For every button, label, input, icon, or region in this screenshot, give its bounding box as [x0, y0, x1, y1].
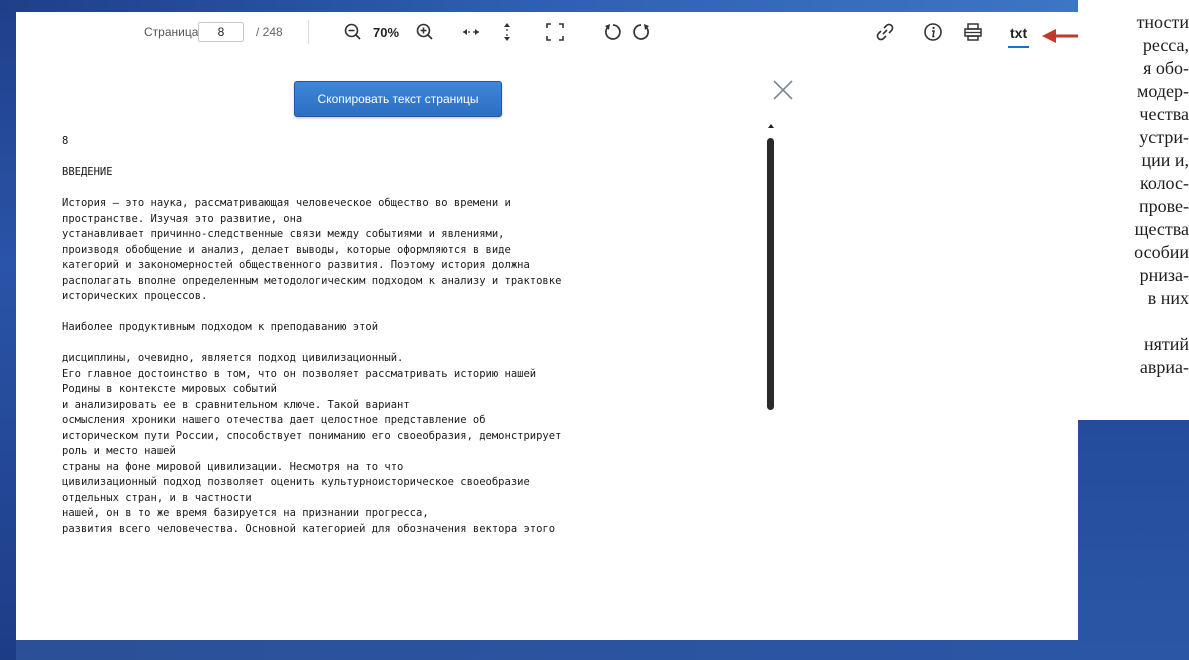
scrollbar[interactable]: [766, 124, 776, 654]
book-text-line: нятий: [1143, 334, 1189, 354]
txt-tab[interactable]: txt: [1008, 20, 1030, 48]
text-line: [62, 150, 762, 166]
print-icon: [964, 23, 982, 41]
text-view-pane: Скопировать текст страницы 8 ВВЕДЕНИЕ Исто…: [16, 52, 1078, 650]
book-text-line: рниза-: [1139, 265, 1189, 285]
link-button[interactable]: [874, 12, 896, 52]
rotate-right-button[interactable]: [630, 12, 652, 52]
book-text-line: ции и,: [1141, 150, 1189, 170]
book-text-line: модер-: [1136, 81, 1189, 101]
text-line: страны на фоне мировой цивилизации. Несм…: [62, 460, 404, 473]
close-icon[interactable]: [772, 79, 794, 101]
text-line: Его главное достоинство в том, что он по…: [62, 367, 537, 380]
zoom-out-icon: [344, 23, 361, 40]
slide-background-bottom: [16, 640, 1078, 660]
text-line: [62, 336, 762, 352]
text-line: ВВЕДЕНИЕ: [62, 166, 113, 178]
zoom-out-button[interactable]: [342, 12, 364, 52]
text-line: располагать вполне определенным методоло…: [62, 274, 562, 287]
book-text-line: чества: [1139, 104, 1189, 124]
slide-blue-block: [1078, 420, 1189, 660]
scroll-up-arrow-icon[interactable]: [768, 124, 774, 128]
text-line: производя обобщение и анализ, делает выв…: [62, 243, 511, 256]
slide-book-text: тности ресса, я обо-модер-чества устри-ции …: [1078, 0, 1189, 420]
text-line: дисциплины, очевидно, является подход ци…: [62, 352, 404, 364]
page-number-input[interactable]: 8: [198, 22, 244, 42]
text-line: [62, 305, 762, 321]
fit-width-button[interactable]: [460, 12, 482, 52]
text-line: нашей, он в то же время базируется на пр…: [62, 507, 429, 519]
text-line: исторических процессов.: [62, 290, 208, 302]
zoom-in-button[interactable]: [414, 12, 436, 52]
rotate-right-icon: [633, 24, 649, 40]
text-line: и анализировать ее в сравнительном ключе…: [62, 398, 410, 411]
info-icon: [924, 23, 942, 41]
text-line: развития всего человечества. Основной ка…: [62, 522, 556, 535]
toolbar-divider: [308, 20, 309, 44]
text-line: Наиболее продуктивным подходом к препода…: [62, 321, 379, 333]
fullscreen-icon: [546, 23, 564, 41]
copy-page-text-button[interactable]: Скопировать текст страницы: [294, 81, 502, 117]
zoom-level: 70%: [373, 24, 400, 40]
book-text-line: устри-: [1139, 127, 1189, 147]
link-icon: [876, 23, 894, 41]
text-line: роль и место нашей: [62, 445, 176, 457]
page-label: Страница: [144, 25, 199, 39]
text-line: устанавливает причинно-следственные связ…: [62, 228, 505, 240]
scrollbar-thumb[interactable]: [767, 138, 774, 410]
book-text-line: ресса,: [1142, 35, 1189, 55]
text-line: пространстве. Изучая это развитие, она: [62, 212, 303, 225]
text-line: цивилизационный подход позволяет оценить…: [62, 476, 530, 488]
text-line: [62, 181, 762, 197]
text-line: Родины в контексте мировых событий: [62, 383, 277, 395]
viewer-toolbar: Страница 8 / 248 70% txt: [16, 12, 1078, 53]
text-line: История – это наука, рассматривающая чел…: [62, 197, 511, 209]
text-line: категорий и закономерностей общественног…: [62, 259, 530, 271]
text-line: историческом пути России, способствует п…: [62, 429, 562, 442]
rotate-left-icon: [605, 24, 621, 40]
book-text-line: я обо-: [1143, 58, 1189, 78]
book-text-line: в них: [1147, 288, 1189, 308]
book-text-line: щества: [1134, 219, 1189, 239]
book-text-line: прове-: [1138, 196, 1189, 216]
text-line: 8: [62, 135, 69, 147]
text-line: осмысления хроники нашего отечества дает…: [62, 414, 486, 426]
slide-background-top: [0, 0, 1080, 12]
fit-height-button[interactable]: [496, 12, 518, 52]
page-total: / 248: [256, 25, 283, 39]
book-text-line: особии: [1134, 242, 1189, 262]
book-text-line: тности: [1136, 12, 1189, 32]
info-button[interactable]: [922, 12, 944, 52]
print-button[interactable]: [962, 12, 984, 52]
fullscreen-button[interactable]: [544, 12, 566, 52]
text-line: отдельных стран, и в частности: [62, 491, 252, 504]
zoom-in-icon: [416, 23, 433, 40]
fit-height-icon: [504, 23, 510, 41]
page-text: 8 ВВЕДЕНИЕ История – это наука, рассматрив…: [62, 134, 762, 537]
fit-width-icon: [463, 29, 479, 35]
book-text-line: колос-: [1139, 173, 1189, 193]
book-text-line: авриа-: [1139, 357, 1189, 377]
slide-background-left: [0, 0, 16, 660]
rotate-left-button[interactable]: [602, 12, 624, 52]
